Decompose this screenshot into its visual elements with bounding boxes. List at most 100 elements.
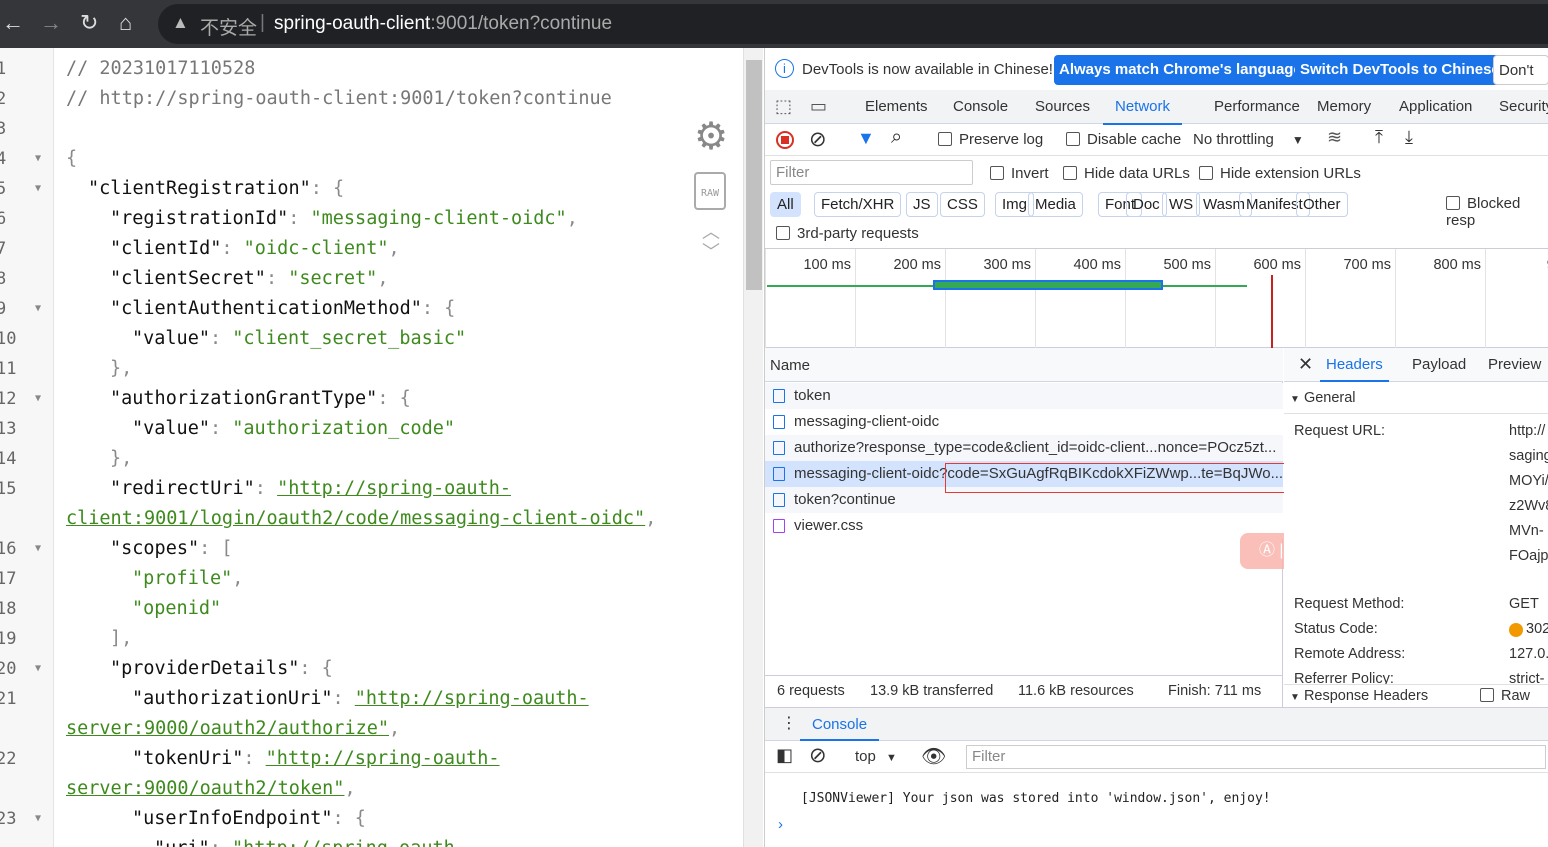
third-party-checkbox[interactable]: 3rd-party requests — [776, 225, 919, 242]
detail-tab-preview[interactable]: Preview — [1488, 356, 1541, 373]
line-content: client:9001/login/oauth2/code/messaging-… — [66, 504, 656, 534]
back-icon[interactable]: ← — [2, 10, 24, 36]
console-filter-input[interactable]: Filter — [966, 745, 1546, 769]
switch-chinese-button[interactable]: Switch DevTools to Chinese — [1295, 55, 1505, 85]
context-value: top — [855, 748, 876, 765]
request-row[interactable]: authorize?response_type=code&client_id=o… — [765, 435, 1283, 461]
eye-icon[interactable]: 👁 — [921, 744, 946, 769]
throttling-select[interactable]: No throttling ▼ — [1193, 131, 1304, 148]
close-icon[interactable]: ✕ — [1298, 354, 1313, 375]
disable-cache-checkbox[interactable]: Disable cache — [1066, 131, 1181, 148]
fold-toggle-icon[interactable]: ▼ — [35, 144, 41, 174]
detail-tab-payload[interactable]: Payload — [1412, 356, 1466, 373]
tab-application[interactable]: Application — [1399, 98, 1472, 115]
line-number: 22 — [0, 749, 17, 769]
export-har-icon[interactable]: ⤓ — [1405, 127, 1413, 148]
prompt-icon[interactable]: › — [778, 816, 783, 833]
devtools-tabs: ⬚ ▭ Elements Console Sources Network Perform… — [765, 90, 1548, 125]
context-select[interactable]: top ▼ — [855, 748, 897, 765]
json-link[interactable]: server:9000/oauth2/token" — [66, 778, 344, 799]
code-line: client:9001/login/oauth2/code/messaging-… — [0, 504, 743, 534]
filter-input[interactable]: Filter — [770, 160, 973, 185]
clear-icon[interactable]: ⊘ — [809, 127, 827, 152]
json-link[interactable]: "http://spring-oauth- — [266, 748, 500, 769]
code-line: 23 ▼ "userInfoEndpoint": { — [0, 804, 743, 834]
json-link[interactable]: "http://spring-oauth- — [355, 688, 589, 709]
filter-js[interactable]: JS — [906, 192, 938, 217]
hide-data-urls-checkbox[interactable]: Hide data URLs — [1063, 165, 1190, 182]
network-timeline[interactable]: 100 ms 200 ms 300 ms 400 ms 500 ms 600 ms 700 … — [765, 248, 1548, 349]
general-section-header[interactable]: ▼ General — [1284, 382, 1548, 414]
scrollbar-thumb[interactable] — [746, 60, 762, 290]
line-content: // 20231017110528 — [66, 54, 255, 84]
scrollbar[interactable] — [743, 48, 763, 847]
summary-item: 6 requests — [777, 683, 845, 699]
request-row[interactable]: messaging-client-oidc — [765, 409, 1283, 435]
filter-ws[interactable]: WS — [1162, 192, 1201, 217]
url-text[interactable]: spring-oauth-client:9001/token?continue — [274, 13, 612, 35]
tick-label: 400 ms — [1073, 257, 1121, 273]
filter-icon[interactable]: ▼ — [857, 128, 875, 149]
import-har-icon[interactable]: ⤒ — [1375, 127, 1383, 148]
fold-toggle-icon[interactable]: ▼ — [35, 534, 41, 564]
forward-icon[interactable]: → — [40, 10, 62, 36]
raw-icon[interactable]: RAW — [694, 172, 726, 210]
inspect-icon[interactable]: ⬚ — [775, 96, 792, 117]
address-bar[interactable]: ▲ 不安全 | spring-oauth-client:9001/token?c… — [158, 4, 1548, 44]
request-row[interactable]: viewer.css — [765, 513, 1283, 539]
filter-fetch-xhr[interactable]: Fetch/XHR — [814, 192, 902, 217]
insecure-label: 不安全 — [200, 18, 258, 39]
sidebar-toggle-icon[interactable]: ◧ — [776, 745, 793, 766]
device-toolbar-icon[interactable]: ▭ — [810, 96, 827, 117]
tab-security[interactable]: Security — [1499, 98, 1548, 115]
console-tab[interactable]: Console — [800, 708, 880, 741]
url-host: spring-oauth-client — [274, 13, 431, 34]
record-icon[interactable] — [776, 131, 794, 149]
gear-icon[interactable]: ⚙ — [694, 118, 730, 156]
hide-extension-urls-checkbox[interactable]: Hide extension URLs — [1199, 165, 1361, 182]
json-link[interactable]: client:9001/login/oauth2/code/messaging-… — [66, 508, 645, 529]
tab-console[interactable]: Console — [953, 98, 1008, 115]
json-key: "clientSecret" — [110, 268, 266, 289]
preserve-log-checkbox[interactable]: Preserve log — [938, 131, 1043, 148]
filter-other[interactable]: Other — [1296, 192, 1348, 217]
clear-console-icon[interactable]: ⊘ — [809, 743, 827, 768]
response-headers-header[interactable]: ▼ Response Headers Raw — [1284, 684, 1548, 707]
reload-icon[interactable]: ↻ — [80, 10, 98, 36]
fold-toggle-icon[interactable]: ▼ — [35, 804, 41, 834]
home-icon[interactable]: ⌂ — [119, 10, 132, 36]
dont-show-button[interactable]: Don't s — [1493, 55, 1548, 109]
detail-tab-headers[interactable]: Headers — [1320, 356, 1389, 382]
more-icon[interactable]: ⋮ — [781, 713, 797, 733]
tab-performance[interactable]: Performance — [1214, 98, 1300, 115]
json-link[interactable]: "http://spring-oauth- — [277, 478, 511, 499]
fold-toggle-icon[interactable]: ▼ — [35, 384, 41, 414]
css-file-icon — [773, 519, 785, 533]
tab-network[interactable]: Network — [1103, 98, 1183, 125]
line-content: "clientSecret": "secret", — [110, 264, 388, 294]
raw-checkbox[interactable]: Raw — [1480, 688, 1531, 704]
name-column-header[interactable]: Name — [765, 348, 1283, 382]
fold-toggle-icon[interactable]: ▼ — [35, 654, 41, 684]
request-row[interactable]: token — [765, 383, 1283, 409]
filter-doc[interactable]: Doc — [1126, 192, 1167, 217]
tab-sources[interactable]: Sources — [1035, 98, 1090, 115]
invert-checkbox[interactable]: Invert — [990, 165, 1049, 182]
match-language-button[interactable]: Always match Chrome's language — [1054, 55, 1307, 85]
tab-memory[interactable]: Memory — [1317, 98, 1371, 115]
filter-css[interactable]: CSS — [940, 192, 985, 217]
filter-media[interactable]: Media — [1028, 192, 1083, 217]
json-link[interactable]: server:9000/oauth2/authorize" — [66, 718, 389, 739]
network-conditions-icon[interactable]: ≋ — [1327, 127, 1342, 148]
filter-all[interactable]: All — [770, 192, 801, 217]
collapse-expand-icon[interactable]: ︿ ﹀ — [694, 222, 730, 262]
search-icon[interactable]: ⌕ — [891, 126, 902, 149]
json-link[interactable]: "http://spring-oauth — [232, 838, 455, 847]
blocked-responses-checkbox[interactable]: Blocked resp — [1446, 195, 1548, 229]
fold-toggle-icon[interactable]: ▼ — [35, 294, 41, 324]
browser-toolbar: ← → ↻ ⌂ ▲ 不安全 | spring-oauth-client:9001… — [0, 0, 1548, 48]
fold-toggle-icon[interactable]: ▼ — [35, 174, 41, 204]
document-icon — [773, 389, 785, 403]
code-line: 20 ▼ "providerDetails": { — [0, 654, 743, 684]
tab-elements[interactable]: Elements — [865, 98, 928, 115]
